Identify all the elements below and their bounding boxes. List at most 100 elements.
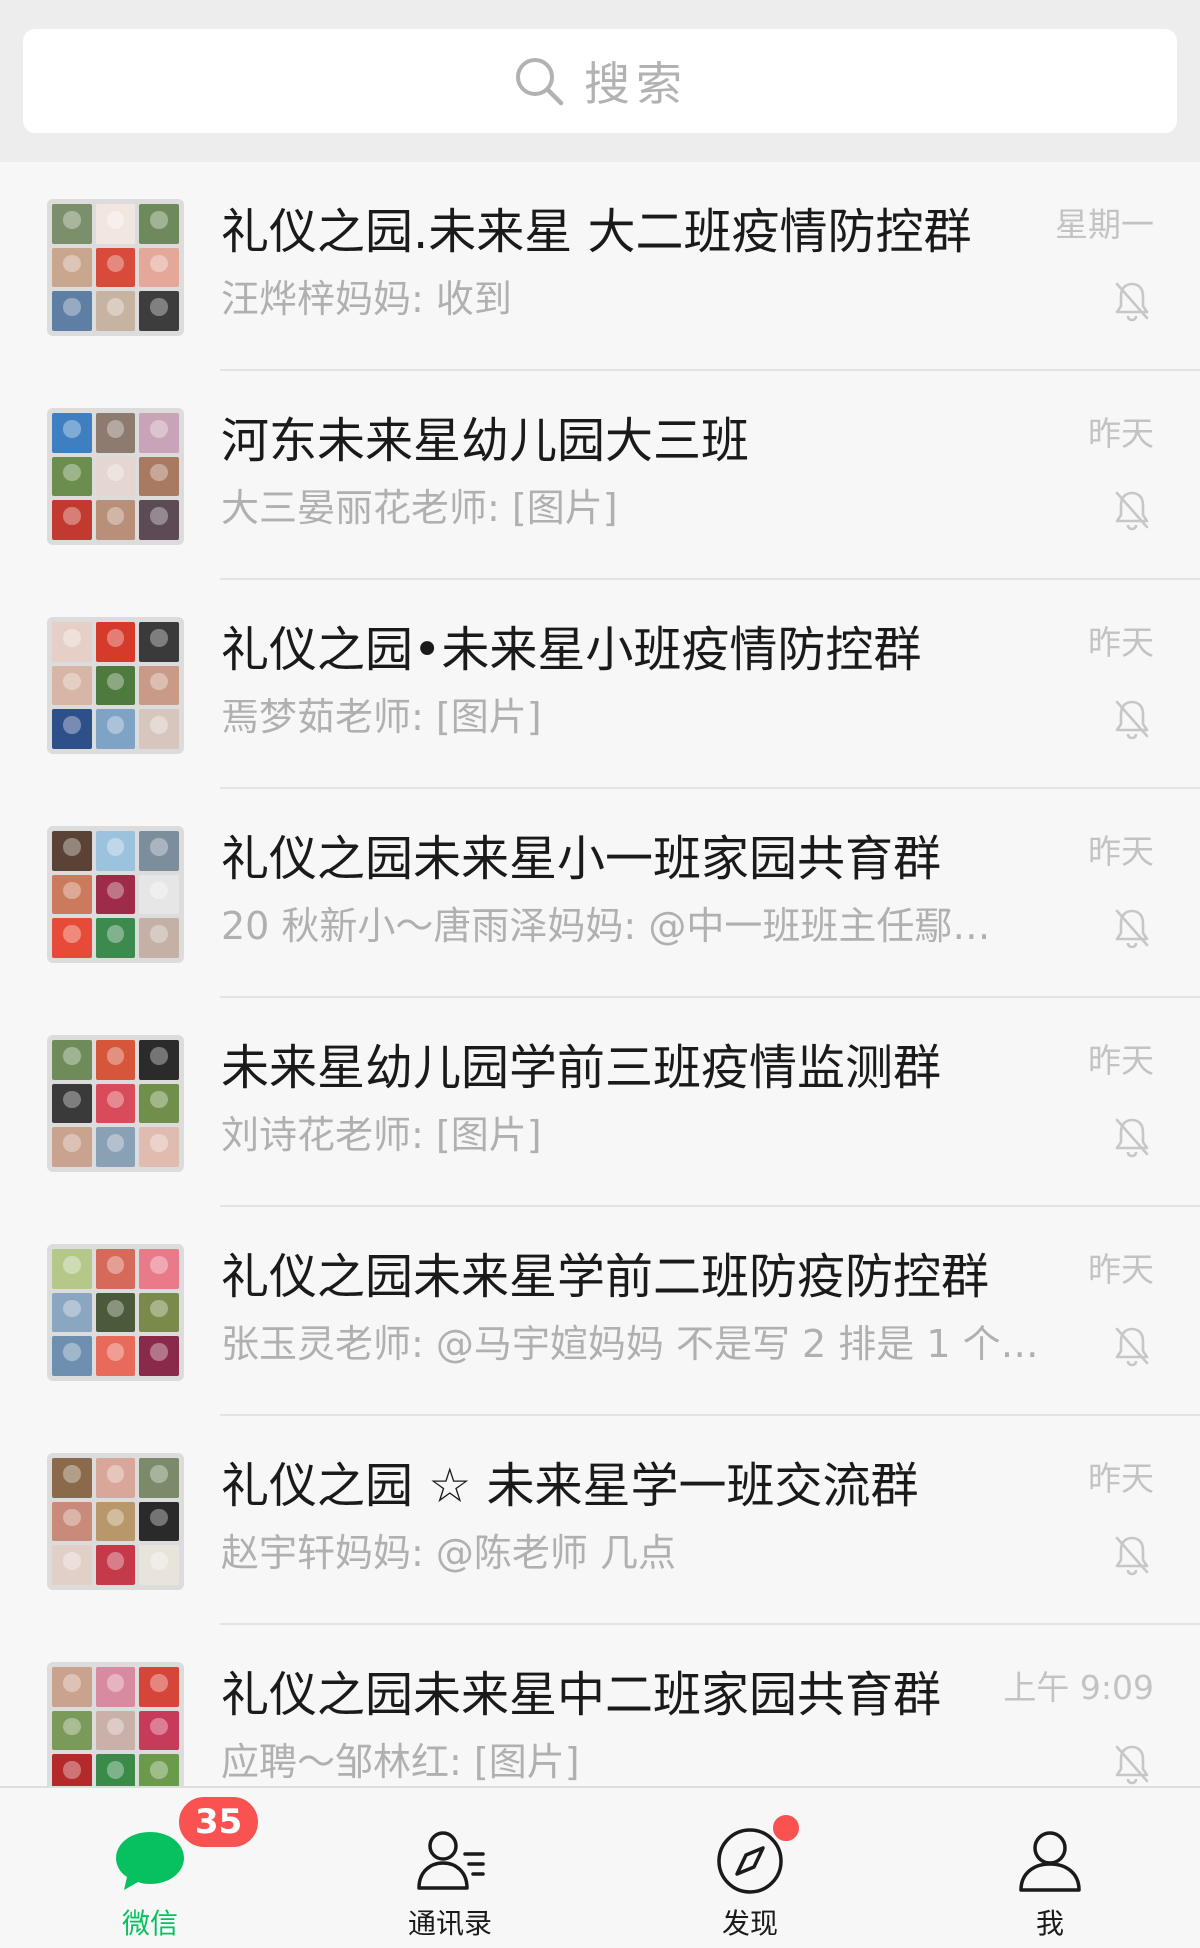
member-avatar xyxy=(95,1249,136,1289)
member-avatar xyxy=(139,1667,179,1707)
chat-list: 礼仪之园.未来星 大二班疫情防控群汪烨梓妈妈: 收到 星期一河东未来星幼儿园大三班… xyxy=(0,162,1200,1786)
member-avatar xyxy=(52,918,92,958)
tab-me[interactable]: 我 xyxy=(900,1788,1200,1948)
member-avatar xyxy=(95,1336,136,1376)
group-avatar xyxy=(47,1662,184,1786)
contacts-icon xyxy=(417,1831,485,1890)
member-avatar xyxy=(139,1292,179,1333)
last-message-preview: 刘诗花老师: [图片] xyxy=(221,1113,542,1157)
search-placeholder: 搜索 xyxy=(584,57,688,111)
chat-row[interactable]: 礼仪之园.未来星 大二班疫情防控群汪烨梓妈妈: 收到 星期一 xyxy=(0,162,1200,371)
new-content-dot xyxy=(770,1812,802,1844)
member-avatar xyxy=(139,500,179,540)
member-avatar xyxy=(95,291,136,331)
chat-row[interactable]: 礼仪之园未来星学前二班防疫防控群 张玉灵老师: @马宇媗妈妈 不是写 2 排是 1… xyxy=(0,1207,1200,1416)
member-avatar xyxy=(52,1710,92,1751)
search-input[interactable]: 搜索 xyxy=(23,29,1177,133)
chat-timestamp: 昨天 xyxy=(1088,1250,1154,1289)
member-avatar xyxy=(139,1458,179,1498)
member-avatar xyxy=(95,500,136,540)
member-avatar xyxy=(95,1292,136,1333)
member-avatar xyxy=(139,1127,179,1167)
member-avatar xyxy=(52,831,92,871)
tab-label: 通讯录 xyxy=(407,1907,492,1940)
member-avatar xyxy=(52,1249,92,1289)
member-avatar xyxy=(139,622,179,662)
chat-timestamp: 昨天 xyxy=(1088,623,1154,662)
member-avatar xyxy=(95,1127,136,1167)
chat-title: 礼仪之园.未来星 大二班疫情防控群 xyxy=(221,204,972,260)
group-avatar xyxy=(47,826,184,963)
member-avatar xyxy=(95,1458,136,1498)
tab-chats[interactable]: 35 微信 xyxy=(0,1788,300,1948)
chat-timestamp: 上午 9:09 xyxy=(1003,1668,1154,1707)
tab-discover[interactable]: 发现 xyxy=(600,1788,900,1948)
member-avatar xyxy=(95,1754,136,1786)
member-avatar xyxy=(52,1083,92,1124)
member-avatar xyxy=(52,1667,92,1707)
chat-title: 河东未来星幼儿园大三班 xyxy=(221,413,750,469)
member-avatar xyxy=(52,1754,92,1786)
muted-bell-icon xyxy=(1112,489,1152,531)
muted-bell-icon xyxy=(1112,907,1152,949)
last-message-preview: 焉梦茹老师: [图片] xyxy=(221,695,542,739)
member-avatar xyxy=(139,1754,179,1786)
member-avatar xyxy=(95,1710,136,1751)
chat-row[interactable]: 礼仪之园 ☆ 未来星学一班交流群 赵宇轩妈妈: @陈老师 几点 昨天 xyxy=(0,1416,1200,1625)
search-area: 搜索 xyxy=(0,0,1200,162)
member-avatar xyxy=(139,413,179,453)
chat-timestamp: 星期一 xyxy=(1055,205,1154,244)
group-avatar xyxy=(47,1244,184,1381)
member-avatar xyxy=(139,1040,179,1080)
chat-row[interactable]: 礼仪之园•未来星小班疫情防控群焉梦茹老师: [图片] 昨天 xyxy=(0,580,1200,789)
member-avatar xyxy=(95,1040,136,1080)
member-avatar xyxy=(52,1127,92,1167)
last-message-preview: 张玉灵老师: @马宇媗妈妈 不是写 2 排是 1 个… xyxy=(221,1322,1039,1366)
member-avatar xyxy=(52,665,92,706)
muted-bell-icon xyxy=(1112,1325,1152,1367)
member-avatar xyxy=(52,413,92,453)
member-avatar xyxy=(139,1501,179,1542)
member-avatar xyxy=(139,456,179,497)
wechat-chats-screen: 搜索 礼仪之园.未来星 大二班疫情防控群汪烨梓妈妈: 收到 星期一河东未来星幼儿园… xyxy=(0,0,1200,1948)
member-avatar xyxy=(95,456,136,497)
member-avatar xyxy=(139,1545,179,1585)
tab-contacts[interactable]: 通讯录 xyxy=(300,1788,600,1948)
member-avatar xyxy=(95,1083,136,1124)
chat-timestamp: 昨天 xyxy=(1088,1041,1154,1080)
chat-timestamp: 昨天 xyxy=(1088,414,1154,453)
chat-timestamp: 昨天 xyxy=(1088,832,1154,871)
member-avatar xyxy=(139,204,179,244)
chat-row[interactable]: 礼仪之园未来星中二班家园共育群 应聘～邹林红: [图片] 上午 9:09 xyxy=(0,1625,1200,1786)
chat-row[interactable]: 河东未来星幼儿园大三班 大三晏丽花老师: [图片] 昨天 xyxy=(0,371,1200,580)
last-message-preview: 赵宇轩妈妈: @陈老师 几点 xyxy=(221,1531,676,1575)
member-avatar xyxy=(139,247,179,288)
chat-title: 礼仪之园未来星小一班家园共育群 xyxy=(221,831,942,887)
chat-row[interactable]: 未来星幼儿园学前三班疫情监测群 刘诗花老师: [图片] 昨天 xyxy=(0,998,1200,1207)
member-avatar xyxy=(139,831,179,871)
chat-timestamp: 昨天 xyxy=(1088,1459,1154,1498)
member-avatar xyxy=(95,874,136,915)
muted-bell-icon xyxy=(1112,1534,1152,1576)
chat-row[interactable]: 礼仪之园未来星小一班家园共育群 20 秋新小～唐雨泽妈妈: @中一班班主任鄢… 昨天 xyxy=(0,789,1200,998)
muted-bell-icon xyxy=(1112,698,1152,740)
member-avatar xyxy=(139,1083,179,1124)
tab-label: 发现 xyxy=(721,1907,778,1940)
search-icon xyxy=(516,58,564,106)
member-avatar xyxy=(52,1501,92,1542)
member-avatar xyxy=(139,291,179,331)
member-avatar xyxy=(95,1501,136,1542)
member-avatar xyxy=(52,204,92,244)
member-avatar xyxy=(95,709,136,749)
member-avatar xyxy=(52,1292,92,1333)
last-message-preview: 20 秋新小～唐雨泽妈妈: @中一班班主任鄢… xyxy=(221,904,991,948)
member-avatar xyxy=(52,1336,92,1376)
member-avatar xyxy=(95,622,136,662)
member-avatar xyxy=(52,500,92,540)
person-icon xyxy=(1019,1831,1081,1892)
last-message-preview: 汪烨梓妈妈: 收到 xyxy=(221,277,512,321)
group-avatar xyxy=(47,199,184,336)
member-avatar xyxy=(95,918,136,958)
tab-label: 微信 xyxy=(121,1907,178,1940)
chat-title: 礼仪之园•未来星小班疫情防控群 xyxy=(221,622,922,678)
